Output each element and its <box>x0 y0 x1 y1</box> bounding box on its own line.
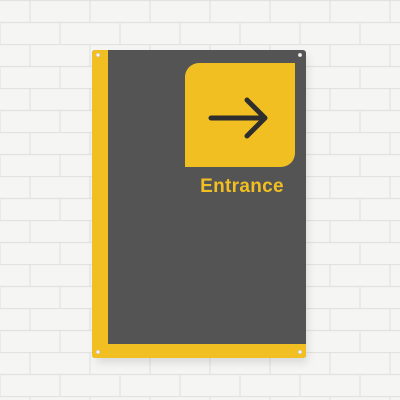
mount-hole-bottom-left <box>96 350 100 354</box>
arrow-right-icon <box>208 97 268 139</box>
mount-hole-bottom-right <box>298 350 302 354</box>
mount-hole-top-left <box>96 53 100 57</box>
sign-left-stripe <box>92 50 108 358</box>
entrance-sign: Entrance <box>92 50 306 358</box>
mount-hole-top-right <box>298 53 302 57</box>
arrow-panel <box>185 63 295 167</box>
entrance-label: Entrance <box>200 176 284 197</box>
sign-bottom-stripe <box>92 344 306 358</box>
